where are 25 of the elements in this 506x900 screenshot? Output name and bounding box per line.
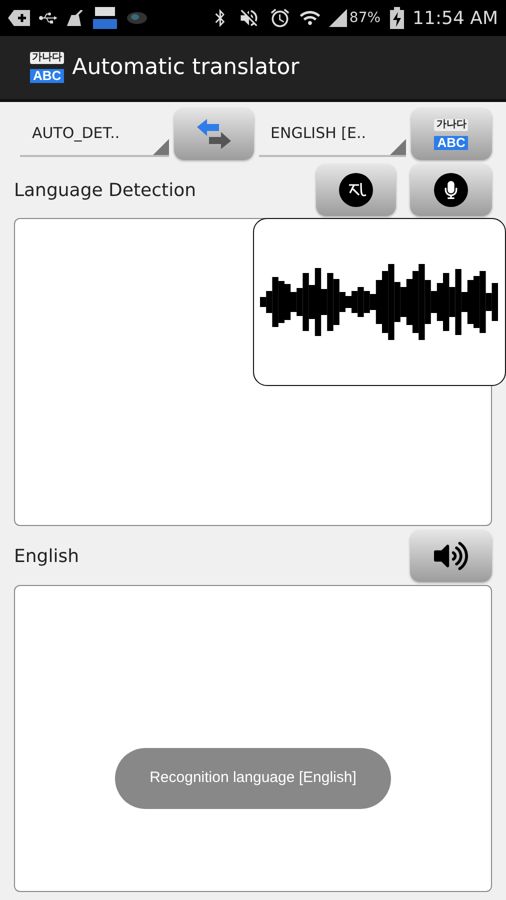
broom-icon [66,10,84,26]
handwriting-icon [339,173,373,207]
source-language-label: Language Detection [14,178,197,202]
handwriting-button[interactable] [316,164,396,216]
app-logo: 가나다 ABC [30,52,64,83]
signal-icon [329,9,348,27]
microphone-button[interactable] [410,164,492,216]
battery-charging-icon [390,7,404,29]
swap-languages-button[interactable] [174,108,254,160]
wifi-icon [300,8,320,28]
speaker-icon [434,539,468,573]
toast-message: Recognition language [English] [115,748,391,809]
colorful-orb-icon [126,11,148,25]
language-spinner[interactable]: AUTO_DET.. [20,111,170,157]
app-title: Automatic translator [72,54,300,82]
clock-time: 11:54 AM [412,6,498,30]
translate-button[interactable]: 가나다 ABC [410,108,492,160]
swap-arrows-icon [196,117,231,151]
keyboard-plus-icon [8,10,30,26]
language-spinner[interactable]: ENGLISH [E.. [258,111,406,157]
speaker-button[interactable] [410,530,492,582]
target-language-label: English [14,544,80,568]
alarm-icon [269,7,292,29]
battery-percent: 87% [349,8,381,28]
microphone-icon [434,173,468,207]
